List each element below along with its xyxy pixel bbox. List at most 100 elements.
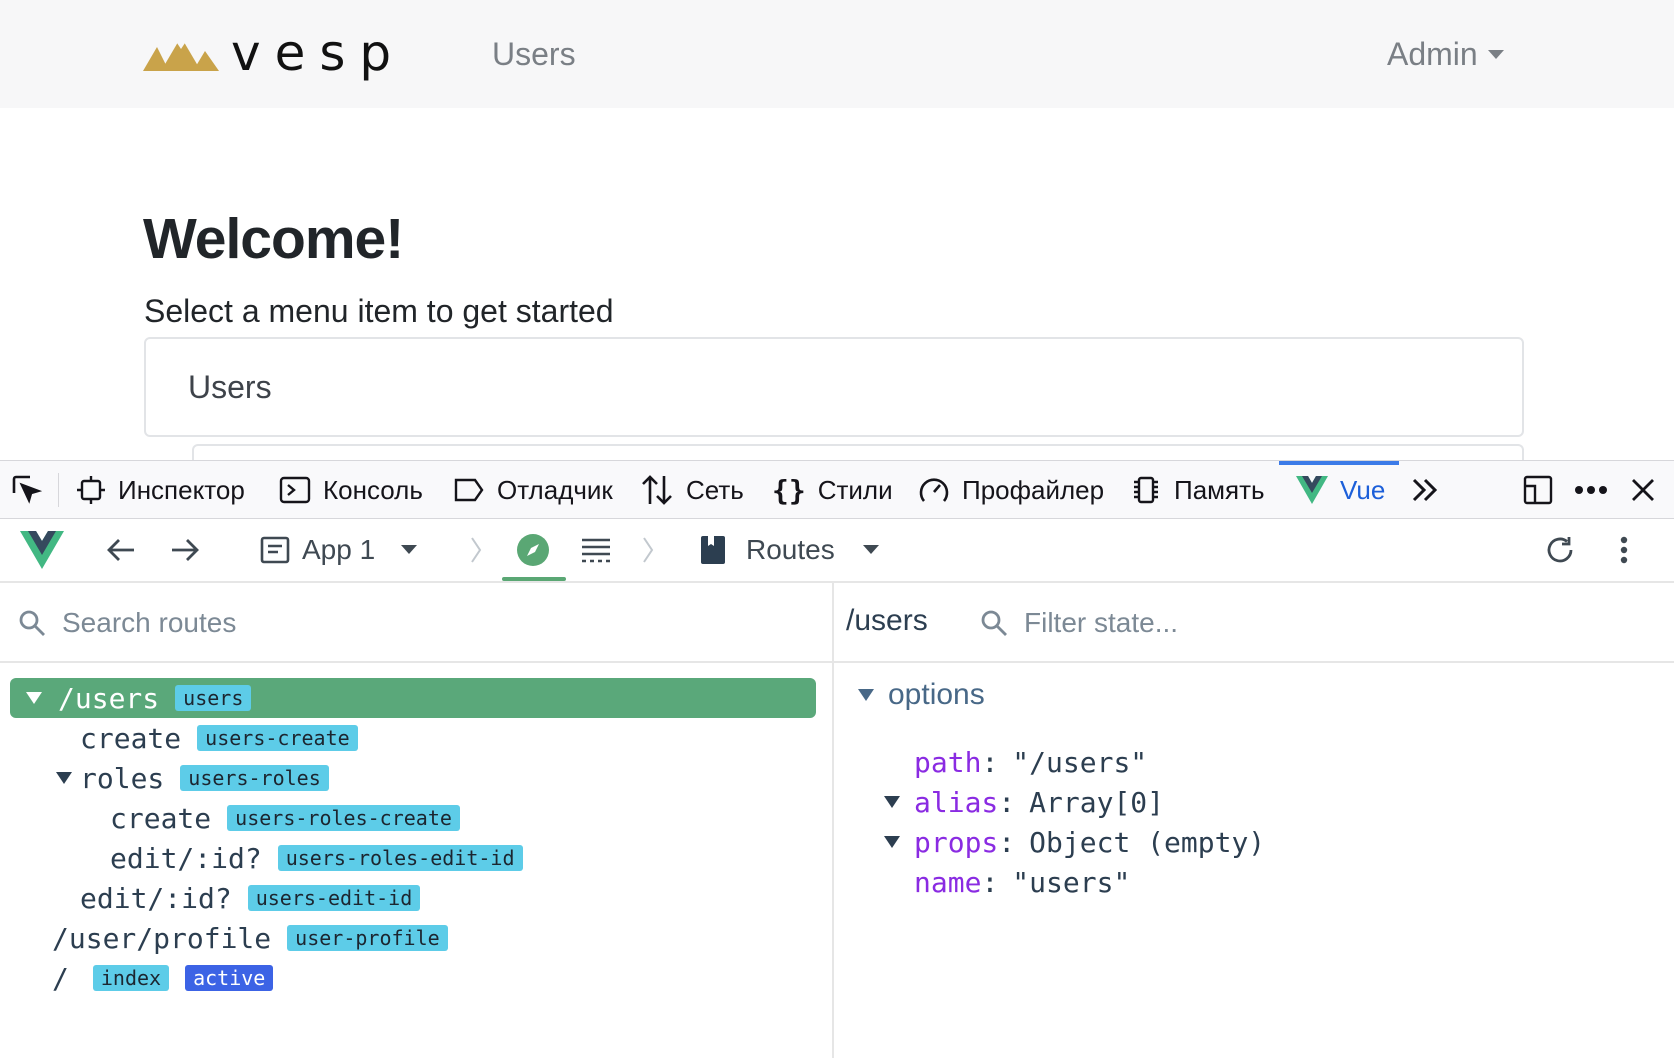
state-prop-props[interactable]: props : Object (empty) xyxy=(884,822,1265,862)
state-prop-name[interactable]: name : "users" xyxy=(914,862,1130,902)
double-chevron-right-icon xyxy=(1410,476,1440,504)
caret-down-icon xyxy=(1487,50,1504,59)
tab-memory[interactable]: Память xyxy=(1130,461,1265,519)
admin-label: Admin xyxy=(1387,36,1478,72)
routes-tab-button[interactable] xyxy=(516,519,550,581)
more-tabs-button[interactable] xyxy=(1410,461,1440,519)
arrow-right-icon xyxy=(170,537,200,563)
route-row-user-profile[interactable]: /user/profile user-profile xyxy=(52,918,448,958)
expand-triangle-icon[interactable] xyxy=(56,772,72,784)
route-row-users-roles-edit[interactable]: edit/:id? users-roles-edit-id xyxy=(110,838,523,878)
compass-icon xyxy=(516,533,550,567)
vertical-ellipsis-icon xyxy=(1620,536,1628,564)
route-row-users[interactable]: /users users xyxy=(10,678,816,718)
tab-debugger[interactable]: Отладчик xyxy=(453,461,613,519)
route-row-index[interactable]: / index active xyxy=(52,958,274,998)
brand-logo[interactable]: vesp xyxy=(143,28,405,78)
console-icon xyxy=(279,475,311,505)
close-icon xyxy=(1630,477,1656,503)
tab-styles[interactable]: {} Стили xyxy=(772,461,893,519)
tab-profiler-label: Профайлер xyxy=(962,474,1105,505)
forward-button[interactable] xyxy=(170,519,200,581)
route-label: /user/profile xyxy=(52,921,272,955)
users-card: Users xyxy=(144,337,1524,437)
expand-triangle-icon[interactable] xyxy=(26,692,42,704)
more-options-button[interactable] xyxy=(1620,519,1628,581)
arrow-left-icon xyxy=(106,537,136,563)
tab-memory-label: Память xyxy=(1174,474,1265,505)
table-list-icon xyxy=(580,536,612,564)
network-arrows-icon xyxy=(640,474,674,506)
app-selector-label: App 1 xyxy=(302,534,376,565)
breadcrumb-separator xyxy=(470,519,482,581)
route-row-users-create[interactable]: create users-create xyxy=(80,718,358,758)
search-icon xyxy=(18,609,46,637)
route-row-users-edit[interactable]: edit/:id? users-edit-id xyxy=(80,878,421,918)
route-name-tag: users xyxy=(175,685,252,711)
section-label: options xyxy=(888,678,985,711)
caret-down-icon xyxy=(862,545,879,555)
state-prop-path[interactable]: path : "/users" xyxy=(914,742,1147,782)
back-button[interactable] xyxy=(106,519,136,581)
route-name-tag: users-roles xyxy=(180,765,329,791)
filter-state-input[interactable] xyxy=(1024,603,1624,643)
caret-down-icon xyxy=(401,545,418,555)
options-section-toggle[interactable]: options xyxy=(858,678,985,712)
route-label: roles xyxy=(80,761,165,795)
route-row-users-roles[interactable]: roles users-roles xyxy=(56,758,329,798)
refresh-icon xyxy=(1545,535,1575,565)
tab-inspector-label: Инспектор xyxy=(118,474,245,505)
top-navbar: vesp Users Admin xyxy=(0,0,1674,108)
gauge-icon xyxy=(918,475,950,505)
route-label: / xyxy=(52,961,69,995)
prop-colon: : xyxy=(998,825,1016,859)
overflow-menu-button[interactable] xyxy=(1574,461,1608,519)
prop-colon: : xyxy=(981,865,999,899)
vue-devtools-header: App 1 Routes xyxy=(0,519,1674,583)
route-label: create xyxy=(110,801,212,835)
tab-console[interactable]: Консоль xyxy=(279,461,423,519)
expand-triangle-icon[interactable] xyxy=(884,796,900,808)
inspector-selector[interactable]: Routes xyxy=(700,519,879,581)
expand-triangle-icon[interactable] xyxy=(884,836,900,848)
route-label: edit/:id? xyxy=(80,881,232,915)
tab-profiler[interactable]: Профайлер xyxy=(918,461,1104,519)
refresh-button[interactable] xyxy=(1545,519,1575,581)
admin-dropdown[interactable]: Admin xyxy=(1387,36,1504,73)
routes-search-row xyxy=(0,583,832,663)
search-icon xyxy=(980,609,1008,637)
tab-vue-label: Vue xyxy=(1340,474,1386,505)
timeline-tab-button[interactable] xyxy=(580,519,612,581)
breadcrumb-separator xyxy=(642,519,654,581)
tab-inspector[interactable]: Инспектор xyxy=(76,461,245,519)
active-tab-indicator xyxy=(502,577,566,581)
tab-debugger-label: Отладчик xyxy=(497,474,613,505)
route-name-tag: users-create xyxy=(197,725,358,751)
tab-vue[interactable]: Vue xyxy=(1296,461,1385,519)
inspector-selector-label: Routes xyxy=(746,534,835,565)
tab-console-label: Консоль xyxy=(323,474,423,505)
memory-chip-icon xyxy=(1130,474,1162,506)
app-selector[interactable]: App 1 xyxy=(260,519,418,581)
tab-network[interactable]: Сеть xyxy=(640,461,744,519)
search-routes-input[interactable] xyxy=(62,603,802,643)
route-name-tag: users-roles-create xyxy=(227,805,460,831)
page-subtitle: Select a menu item to get started xyxy=(144,293,614,329)
selected-route-path: /users xyxy=(846,604,928,637)
toolbar-divider xyxy=(58,473,59,507)
nav-link-users[interactable]: Users xyxy=(492,36,576,73)
state-header: /users xyxy=(834,583,1674,663)
route-label: edit/:id? xyxy=(110,841,262,875)
devtools-toolbar: Инспектор Консоль Отладчик Сеть {} Стили… xyxy=(0,460,1674,519)
close-devtools-button[interactable] xyxy=(1630,461,1656,519)
prop-key: alias xyxy=(914,785,999,819)
state-prop-alias[interactable]: alias : Array[0] xyxy=(884,782,1164,822)
prop-value: Array[0] xyxy=(1029,785,1165,819)
route-row-users-roles-create[interactable]: create users-roles-create xyxy=(110,798,460,838)
vue-logo-icon xyxy=(20,531,64,569)
braces-icon: {} xyxy=(772,473,806,507)
element-picker-button[interactable] xyxy=(10,461,44,519)
route-name-tag: index xyxy=(92,965,170,991)
dock-side-button[interactable] xyxy=(1522,461,1554,519)
tab-styles-label: Стили xyxy=(817,474,893,505)
